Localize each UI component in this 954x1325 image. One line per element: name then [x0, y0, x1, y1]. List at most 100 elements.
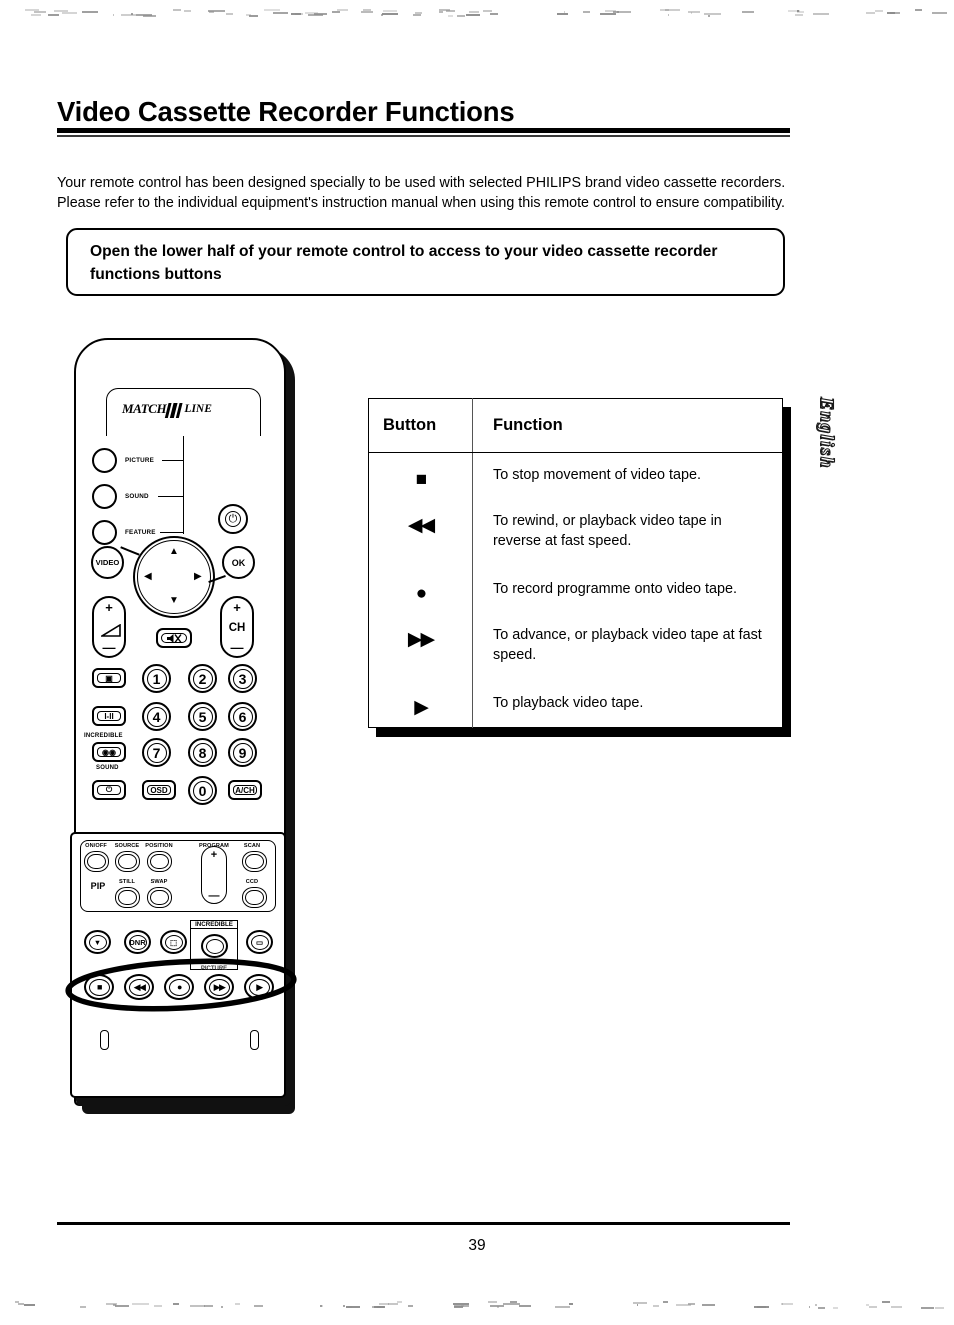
key-5[interactable]: 5: [188, 702, 217, 731]
dual-sound-button[interactable]: I-II: [92, 706, 126, 726]
teletext-button[interactable]: ▭: [246, 930, 273, 954]
key-5-label: 5: [198, 708, 207, 725]
vcr-play-button[interactable]: ▶: [244, 974, 274, 1000]
key-6-label: 6: [238, 708, 247, 725]
mode-connector-spine: [183, 436, 185, 534]
nav-up-icon[interactable]: ▲: [169, 547, 179, 557]
standby-button[interactable]: ⏻: [92, 780, 126, 800]
incredible-sound-caption-bottom: SOUND: [96, 765, 119, 771]
pip-source-button[interactable]: [115, 851, 140, 872]
key-3[interactable]: 3: [228, 664, 257, 693]
pip-program-down-label[interactable]: —: [202, 891, 226, 902]
channel-rocker[interactable]: + CH —: [220, 596, 254, 658]
table-row: ▶ To playback video tape.: [368, 680, 783, 728]
vcr-stop-icon: ■: [97, 981, 102, 992]
nav-right-icon[interactable]: ▶: [194, 572, 202, 582]
picture-mode-button[interactable]: [92, 448, 117, 473]
incredible-sound-caption-top: INCREDIBLE: [84, 733, 123, 739]
intro-paragraph: Your remote control has been designed sp…: [57, 175, 786, 211]
teletext-icon: ▭: [255, 937, 264, 947]
nav-left-icon[interactable]: ◀: [144, 572, 152, 582]
incredible-picture-caption-top: INCREDIBLE: [190, 920, 238, 929]
key-0[interactable]: 0: [188, 776, 217, 805]
pip-swap-label: SWAP: [150, 879, 168, 885]
nav-down-icon[interactable]: ▼: [169, 596, 179, 606]
key-1[interactable]: 1: [142, 664, 171, 693]
pip-ccd-label: CCD: [245, 879, 259, 885]
key-2-label: 2: [198, 670, 207, 687]
cell-button-symbol: ▶▶: [368, 613, 473, 681]
key-2[interactable]: 2: [188, 664, 217, 693]
document-page: Video Cassette Recorder Functions Your r…: [0, 0, 954, 1325]
table-row: ■ To stop movement of video tape.: [368, 452, 783, 500]
volume-up-label[interactable]: +: [94, 601, 124, 614]
power-icon: ⏻: [228, 512, 238, 525]
sleep-button[interactable]: ▼: [84, 930, 111, 954]
incredible-sound-button[interactable]: ◉◉: [92, 742, 126, 762]
pip-program-rocker[interactable]: + —: [201, 846, 227, 904]
standby-icon: ⏻: [105, 785, 113, 794]
feature-mode-label: FEATURE: [125, 529, 156, 536]
callout-box: Open the lower half of your remote contr…: [66, 228, 785, 296]
pip-scan-button[interactable]: [242, 851, 267, 872]
title-divider-secondary: [57, 135, 790, 137]
volume-down-label[interactable]: —: [94, 641, 124, 654]
sleep-icon: ▼: [93, 937, 102, 947]
key-6[interactable]: 6: [228, 702, 257, 731]
feature-mode-button[interactable]: [92, 520, 117, 545]
vcr-stop-button[interactable]: ■: [84, 974, 114, 1000]
vcr-play-icon: ▶: [256, 981, 263, 992]
volume-rocker[interactable]: + —: [92, 596, 126, 658]
matchline-logo: MATCH LINE: [122, 398, 247, 420]
pip-onoff-button[interactable]: [84, 851, 109, 872]
dnr-button[interactable]: DNR: [124, 930, 151, 954]
cell-button-symbol: ■: [368, 452, 473, 500]
vcr-fast-forward-icon: ▶▶: [213, 981, 226, 992]
vcr-record-button[interactable]: ●: [164, 974, 194, 1000]
incredible-picture-button[interactable]: [201, 934, 228, 958]
pip-swap-button[interactable]: [147, 887, 172, 908]
key-9-label: 9: [238, 744, 247, 761]
active-control-button[interactable]: ⬚: [160, 930, 187, 954]
pip-still-label: STILL: [118, 879, 136, 885]
column-header-function: Function: [472, 398, 783, 453]
incredible-picture-caption-bottom: PICTURE: [200, 966, 228, 972]
pip-ccd-button[interactable]: [242, 887, 267, 908]
key-9[interactable]: 9: [228, 738, 257, 767]
picture-mode-tick: [162, 460, 184, 462]
ok-label: OK: [231, 557, 246, 568]
pip-program-up-label[interactable]: +: [202, 848, 226, 862]
key-4[interactable]: 4: [142, 702, 171, 731]
cell-function-text: To rewind, or playback video tape in rev…: [493, 513, 722, 549]
key-7[interactable]: 7: [142, 738, 171, 767]
video-source-button[interactable]: VIDEO: [91, 546, 124, 579]
vcr-record-icon: ●: [177, 981, 182, 992]
pip-source-label: SOURCE: [114, 843, 140, 849]
column-header-button: Button: [368, 398, 473, 453]
vcr-rewind-button[interactable]: ◀◀: [124, 974, 154, 1000]
key-1-label: 1: [152, 670, 161, 687]
channel-up-label[interactable]: +: [222, 601, 252, 614]
key-4-label: 4: [152, 708, 161, 725]
footer-divider: [57, 1222, 790, 1225]
key-8[interactable]: 8: [188, 738, 217, 767]
vcr-function-table-wrapper: Button Function ■ To stop movement of vid…: [368, 398, 791, 737]
vcr-fast-forward-button[interactable]: ▶▶: [204, 974, 234, 1000]
screen-format-button[interactable]: ▣: [92, 668, 126, 688]
mute-button[interactable]: [156, 628, 192, 648]
pip-position-button[interactable]: [147, 851, 172, 872]
power-button[interactable]: ⏻: [218, 504, 248, 534]
language-tab: English: [796, 382, 856, 492]
osd-button[interactable]: OSD: [142, 780, 176, 800]
remote-control-illustration: MATCH LINE PICTURE SOUND FEATURE ⏻ VIDEO…: [65, 338, 305, 1114]
sound-mode-button[interactable]: [92, 484, 117, 509]
incredible-sound-icon: ◉◉: [102, 747, 116, 757]
pip-still-button[interactable]: [115, 887, 140, 908]
channel-down-label[interactable]: —: [222, 641, 252, 654]
ok-button[interactable]: OK: [222, 546, 255, 579]
key-3-label: 3: [238, 670, 247, 687]
dual-sound-label: I-II: [104, 711, 114, 721]
alternate-channel-button[interactable]: A/CH: [228, 780, 262, 800]
sound-mode-tick: [158, 496, 184, 498]
pip-onoff-label: ON/OFF: [85, 843, 107, 849]
